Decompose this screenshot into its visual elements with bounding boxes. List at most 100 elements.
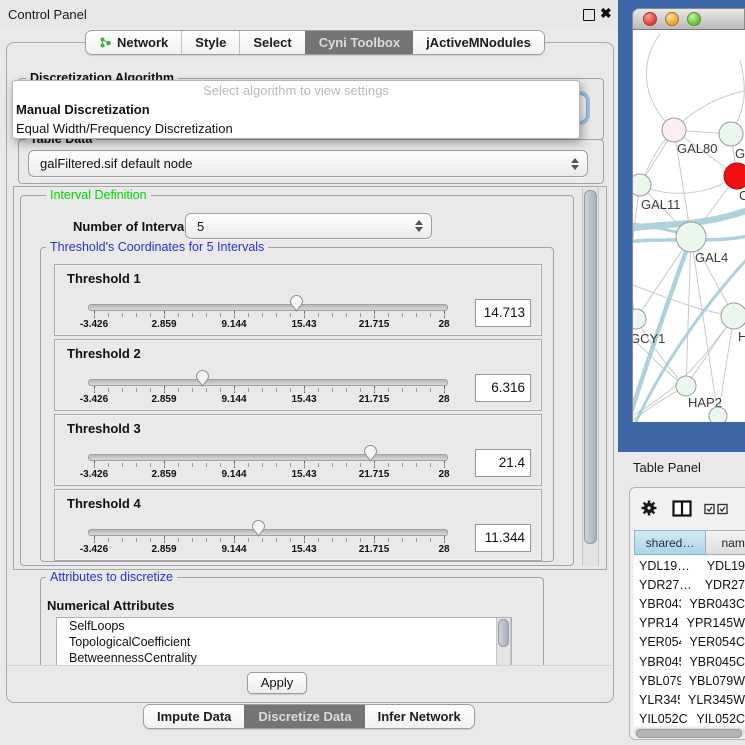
axis-tick-label: 15.43 xyxy=(291,394,316,405)
column-header-name[interactable]: name xyxy=(706,530,745,555)
network-node[interactable] xyxy=(676,376,696,396)
table-row[interactable]: YIL052CYIL052C xyxy=(634,710,745,727)
tab-impute-data[interactable]: Impute Data xyxy=(144,705,244,728)
tab-label: Impute Data xyxy=(157,709,231,724)
cell-name: YBR045C xyxy=(681,655,745,669)
network-node[interactable] xyxy=(719,122,743,146)
tab-network[interactable]: Network xyxy=(86,31,181,54)
table-row[interactable]: YER054CYER054C xyxy=(634,633,745,652)
cell-shared-name: YER054C xyxy=(634,635,681,649)
tab-label: jActiveMNodules xyxy=(426,35,531,50)
threshold-label: Threshold 1 xyxy=(67,271,141,286)
slider-track[interactable] xyxy=(88,304,448,311)
close-window-icon[interactable] xyxy=(643,12,657,26)
slider-handle[interactable] xyxy=(250,518,267,538)
scrollbar-thumb[interactable] xyxy=(636,729,742,738)
scrollbar-thumb[interactable] xyxy=(584,190,597,544)
split-columns-icon[interactable] xyxy=(672,500,692,517)
table-row[interactable]: YBL079WYBL079W xyxy=(634,671,745,690)
dropdown-option-equal-width[interactable]: Equal Width/Frequency Discretization xyxy=(13,119,579,138)
group-title: Attributes to discretize xyxy=(46,570,177,584)
slider-track[interactable] xyxy=(88,529,448,536)
table-row[interactable]: YPR145WYPR145W xyxy=(634,614,745,633)
slider-minor-ticks xyxy=(94,388,445,392)
axis-tick-label: 2.859 xyxy=(151,394,176,405)
table-row[interactable]: YDL19…YDL19 xyxy=(634,556,745,575)
slider-handle[interactable] xyxy=(288,293,305,313)
list-item[interactable]: TopologicalCoefficient xyxy=(57,634,511,650)
axis-tick-label: -3.426 xyxy=(80,544,108,555)
axis-tick-label: -3.426 xyxy=(80,394,108,405)
button-bar xyxy=(7,665,611,701)
minimize-window-icon[interactable] xyxy=(665,12,679,26)
tab-select[interactable]: Select xyxy=(239,31,304,54)
table-row[interactable]: YDR27…YDR27 xyxy=(634,575,745,594)
slider-minor-ticks xyxy=(94,313,445,317)
tab-cyni-toolbox[interactable]: Cyni Toolbox xyxy=(305,31,413,54)
number-of-intervals-combobox[interactable]: 5 xyxy=(185,213,432,239)
column-header-shared-name[interactable]: shared… xyxy=(634,530,706,555)
dropdown-option-manual[interactable]: Manual Discretization xyxy=(13,100,579,119)
tab-discretize-data[interactable]: Discretize Data xyxy=(244,705,364,728)
dropdown-placeholder: Select algorithm to view settings xyxy=(13,81,579,100)
cell-name: YPR145W xyxy=(679,616,745,630)
tab-infer-network[interactable]: Infer Network xyxy=(365,705,474,728)
threshold-value-input[interactable]: 6.316 xyxy=(475,374,531,402)
slider-track[interactable] xyxy=(88,454,448,461)
network-node[interactable] xyxy=(721,303,745,329)
slider-minor-ticks xyxy=(94,538,445,542)
horizontal-scrollbar[interactable] xyxy=(634,728,745,737)
slider-minor-ticks xyxy=(94,463,445,467)
table-row[interactable]: YBR043CYBR043C xyxy=(634,594,745,613)
zoom-window-icon[interactable] xyxy=(687,12,701,26)
apply-button[interactable]: Apply xyxy=(247,672,307,694)
scrollbar-thumb[interactable] xyxy=(498,619,509,647)
close-icon[interactable]: ✖ xyxy=(600,5,612,22)
network-window-titlebar[interactable] xyxy=(632,8,745,30)
threshold-value-input[interactable]: 14.713 xyxy=(475,299,531,327)
tab-jactivemnodules[interactable]: jActiveMNodules xyxy=(413,31,544,54)
table-row[interactable]: YBR045CYBR045C xyxy=(634,652,745,671)
tab-style[interactable]: Style xyxy=(181,31,239,54)
network-graph: GAL80GCGAL11GAL4GCY1HHAP2 xyxy=(633,30,745,422)
slider-axis-labels: -3.4262.8599.14415.4321.71528 xyxy=(55,544,541,557)
float-window-icon[interactable] xyxy=(583,9,595,21)
cell-name: YDR27 xyxy=(697,578,745,592)
network-node[interactable] xyxy=(724,163,745,189)
slider-track[interactable] xyxy=(88,379,448,386)
table-row[interactable]: YLR345WYLR345W xyxy=(634,690,745,709)
select-columns-icon[interactable] xyxy=(704,503,732,515)
network-node[interactable] xyxy=(633,174,651,196)
axis-tick-label: 9.144 xyxy=(221,394,246,405)
tab-label: Select xyxy=(253,35,291,50)
screen: Control Panel ✖ Network Style Select Cyn… xyxy=(0,0,745,745)
network-node[interactable] xyxy=(662,118,686,142)
network-node[interactable] xyxy=(676,222,706,252)
slider-handle[interactable] xyxy=(362,443,379,463)
axis-tick-label: 2.859 xyxy=(151,319,176,330)
combobox-value: 5 xyxy=(186,219,414,234)
table-data-combobox[interactable]: galFiltered.sif default node xyxy=(28,150,588,177)
cell-name: YDL19 xyxy=(699,559,745,573)
node-label: H xyxy=(738,329,745,344)
bottom-tab-bar: Impute Data Discretize Data Infer Networ… xyxy=(143,704,475,729)
axis-tick-label: 2.859 xyxy=(151,469,176,480)
list-vertical-scrollbar[interactable] xyxy=(496,618,511,665)
list-item[interactable]: SelfLoops xyxy=(57,618,511,634)
threshold-label: Threshold 4 xyxy=(67,496,141,511)
threshold-value-input[interactable]: 11.344 xyxy=(475,524,531,552)
vertical-scrollbar[interactable] xyxy=(582,188,599,566)
node-label: GAL4 xyxy=(695,250,728,265)
cell-shared-name: YDL19… xyxy=(634,559,699,573)
numerical-attributes-label: Numerical Attributes xyxy=(47,598,174,613)
list-item[interactable]: BetweennessCentrality xyxy=(57,650,511,666)
axis-tick-label: 28 xyxy=(438,469,449,480)
cell-name: YBR043C xyxy=(681,597,745,611)
settings-gear-icon[interactable] xyxy=(640,499,658,517)
network-icon xyxy=(99,36,112,49)
network-node[interactable] xyxy=(709,407,727,422)
threshold-value-input[interactable]: 21.4 xyxy=(475,449,531,477)
network-view[interactable]: GAL80GCGAL11GAL4GCY1HHAP2 xyxy=(632,30,745,422)
slider-handle[interactable] xyxy=(194,368,211,388)
network-node[interactable] xyxy=(633,309,646,329)
